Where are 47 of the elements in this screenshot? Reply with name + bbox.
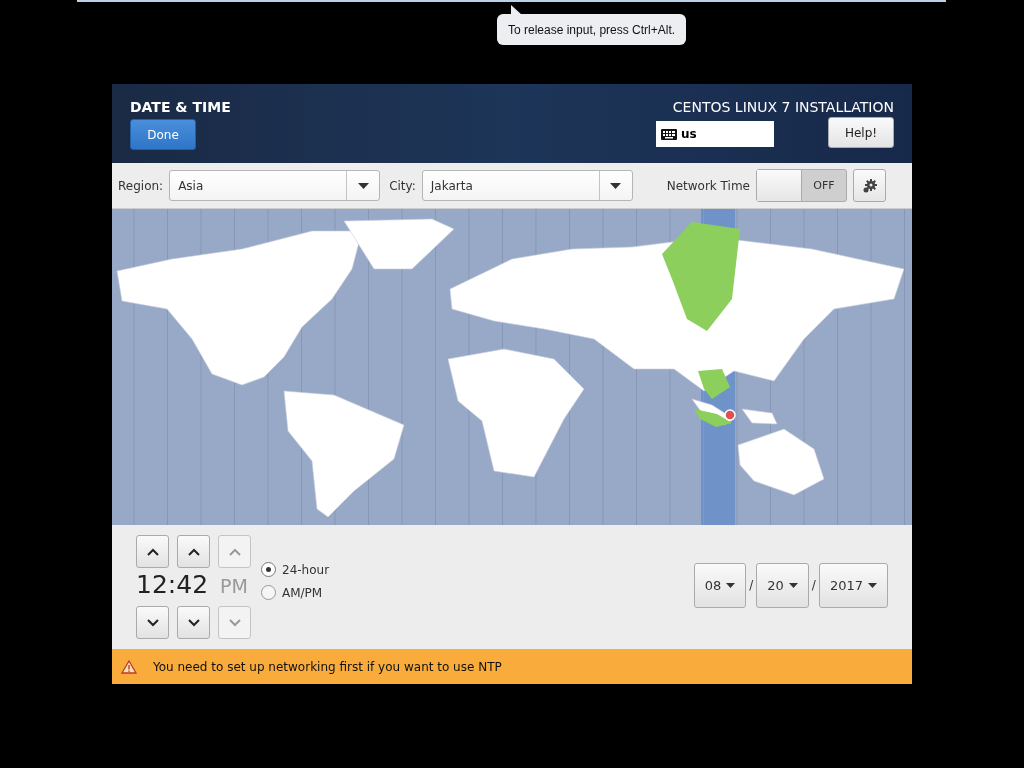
increment-button[interactable] (177, 535, 210, 568)
world-map-drawing[interactable] (116, 218, 905, 518)
page-title: DATE & TIME (130, 99, 231, 115)
time-separator: : (167, 570, 177, 599)
chevron-down-icon (146, 618, 159, 627)
chevron-up-icon (228, 547, 241, 556)
radio-label[interactable]: 24-hour (282, 562, 330, 577)
product-title: CENTOS LINUX 7 INSTALLATION (672, 99, 894, 115)
ampm-value: PM (220, 575, 248, 597)
region-label: Region: (118, 178, 164, 193)
warning-icon (121, 659, 137, 674)
radio-button[interactable] (261, 585, 276, 600)
city-dropdown[interactable]: Jakarta (421, 170, 633, 201)
increment-button[interactable] (136, 535, 169, 568)
chevron-down-icon (228, 618, 241, 627)
keyboard-layout-indicator[interactable]: us (656, 121, 774, 147)
date-dropdown[interactable]: 20 (756, 562, 809, 608)
settings-icon (861, 177, 878, 194)
caret-icon (357, 182, 369, 189)
date-separator: / (811, 578, 816, 592)
caret-icon (868, 582, 877, 588)
chevron-down-icon (187, 618, 200, 627)
caret-icon (788, 582, 798, 588)
city-label: City: (389, 178, 416, 193)
tooltip: To release input, press Ctrl+Alt. (497, 14, 687, 45)
date-dropdown[interactable]: 2017 (818, 562, 888, 608)
region-dropdown[interactable]: Asia (169, 170, 381, 201)
keyboard-icon (661, 128, 677, 140)
network-time-label: Network Time (666, 178, 750, 193)
caret-icon (726, 582, 736, 588)
date-separator: / (749, 578, 754, 592)
settings-button[interactable] (853, 169, 886, 202)
location-pin-icon (724, 409, 736, 421)
date-dropdown[interactable]: 08 (693, 562, 747, 608)
decrement-button[interactable] (177, 606, 210, 639)
chevron-up-icon (146, 547, 159, 556)
decrement-button[interactable] (136, 606, 169, 639)
hour-value: 12 (136, 570, 168, 599)
chevron-up-icon (187, 547, 200, 556)
radio-button[interactable] (261, 562, 276, 577)
caret-icon (610, 182, 622, 189)
minute-value: 42 (176, 570, 209, 599)
help-button[interactable]: Help! (828, 117, 894, 148)
done-button[interactable]: Done (130, 119, 196, 150)
warning-message: You need to set up networking first if you want to use NTP (153, 659, 502, 674)
network-time-switch[interactable]: OFF (756, 169, 847, 202)
radio-label[interactable]: AM/PM (282, 585, 323, 600)
